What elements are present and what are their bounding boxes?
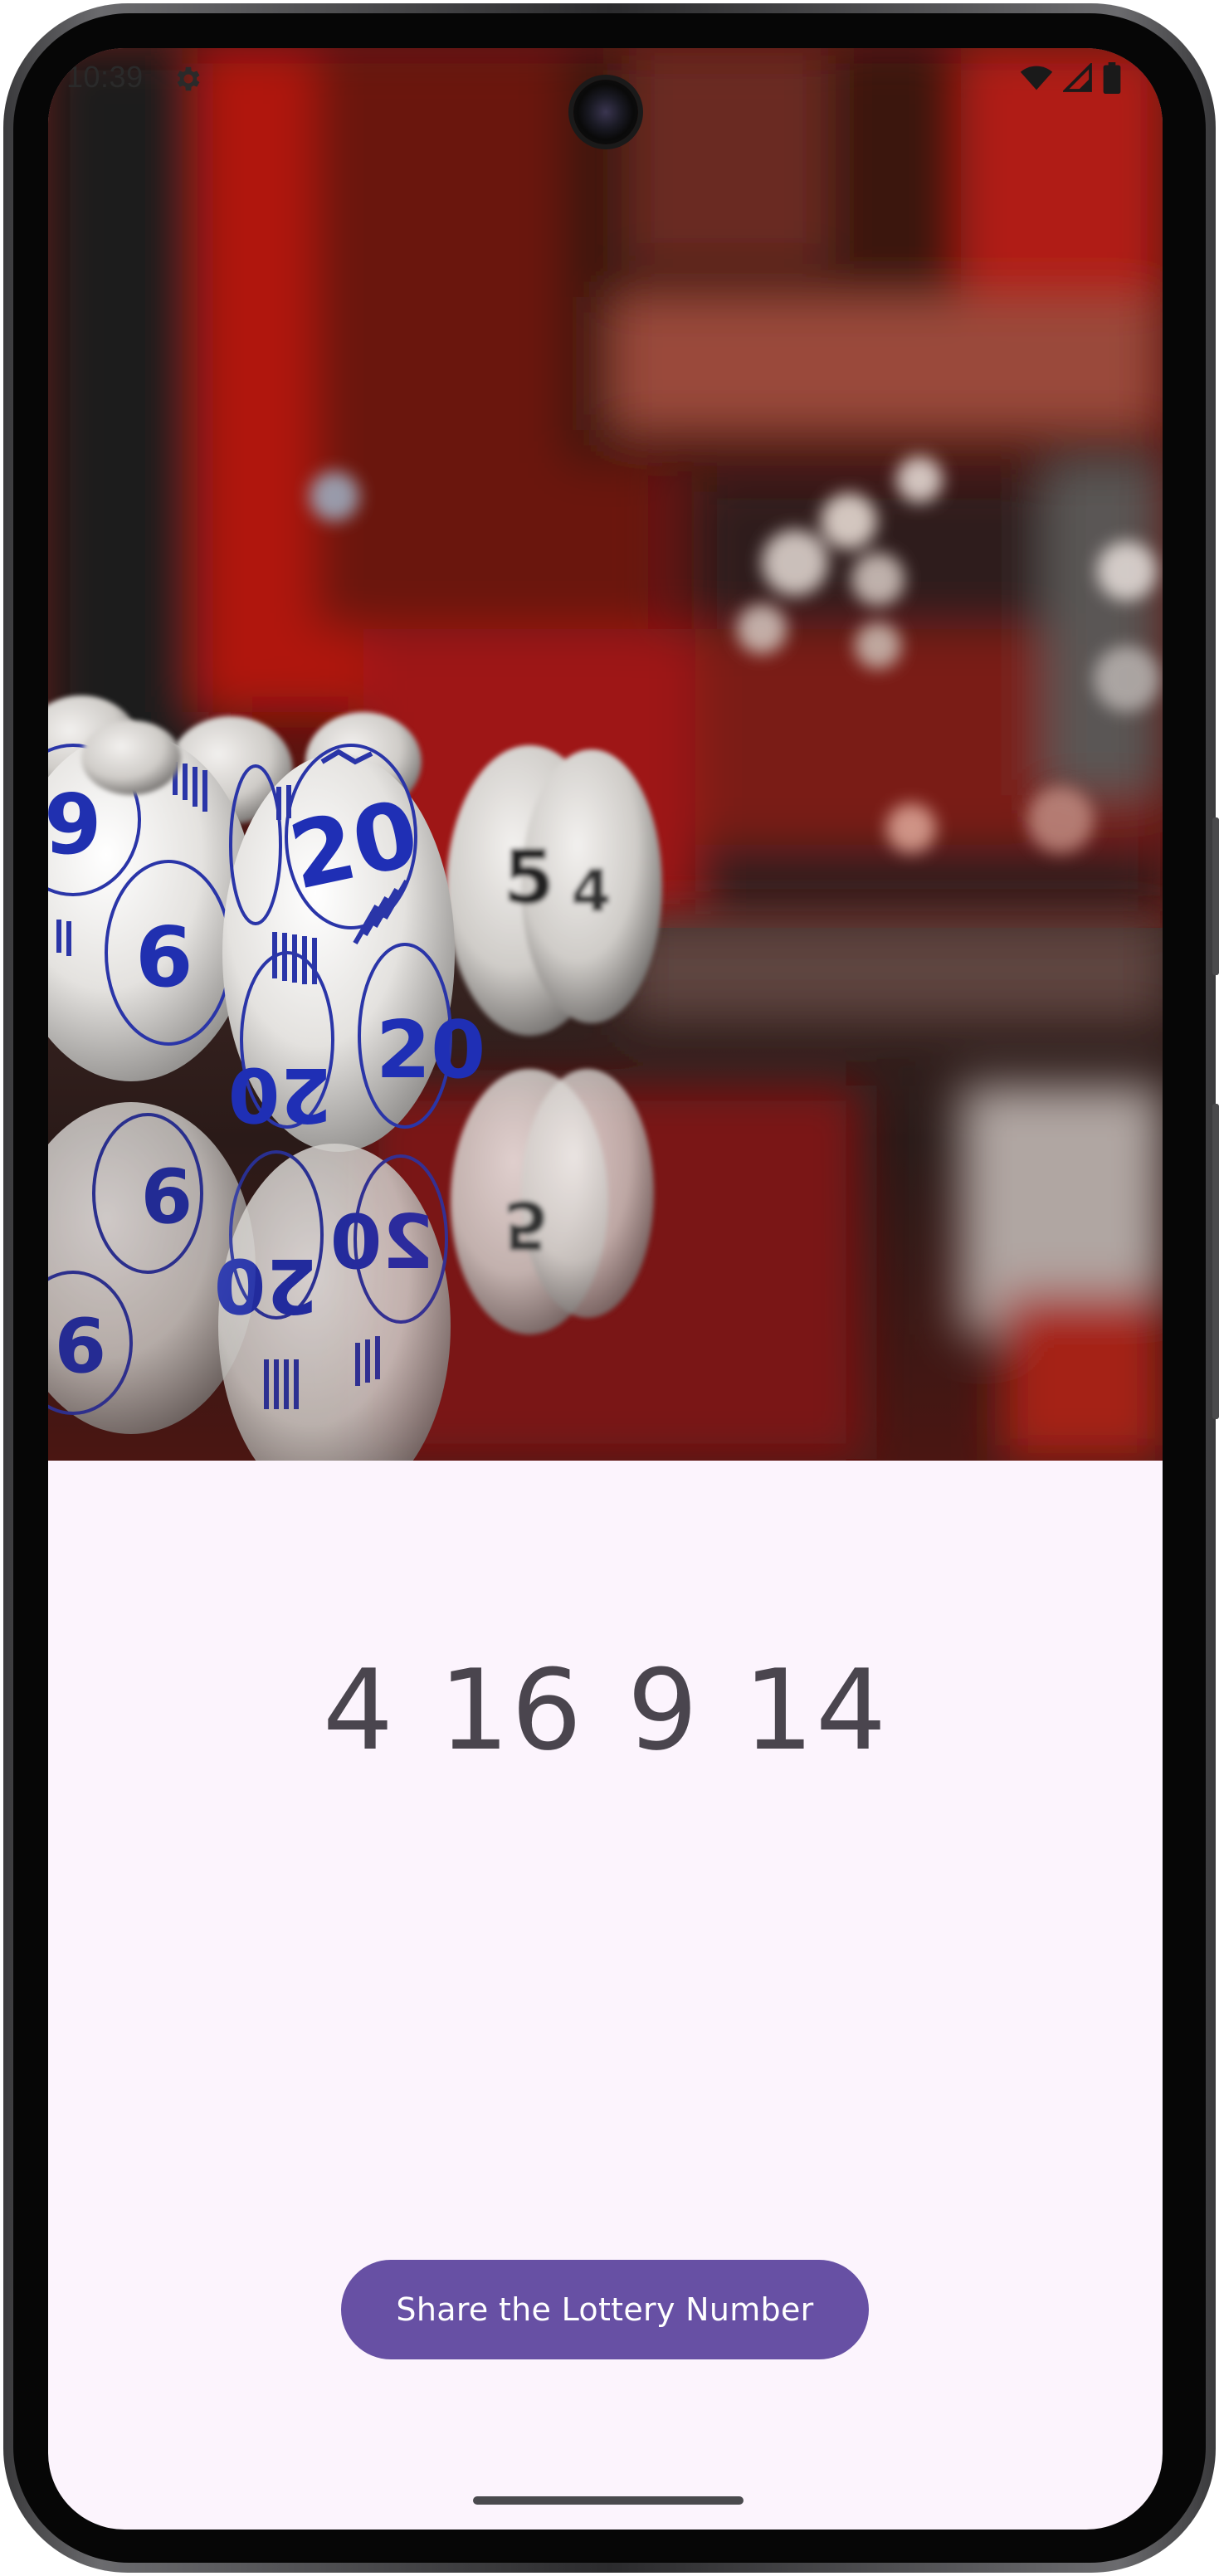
status-icons <box>1020 61 1121 95</box>
phone-device: 5 4 5 9 6 9 9 20 20 20 20 20 10:39 4 16 … <box>0 0 1219 2576</box>
svg-text:5: 5 <box>503 1186 549 1263</box>
battery-icon <box>1103 62 1121 94</box>
lottery-balls-image: 5 4 5 9 6 9 9 20 20 20 20 20 <box>48 48 1163 1461</box>
status-time: 10:39 <box>66 60 144 94</box>
svg-text:9: 9 <box>54 1300 106 1387</box>
app-screen: 5 4 5 9 6 9 9 20 20 20 20 20 10:39 4 16 … <box>48 48 1163 2530</box>
svg-text:20: 20 <box>214 1242 318 1329</box>
settings-gear-icon <box>177 66 200 91</box>
svg-text:6: 6 <box>135 909 193 1006</box>
lottery-number-text: 4 16 9 14 <box>322 1646 889 1775</box>
svg-text:9: 9 <box>48 776 102 873</box>
cellular-signal-icon <box>1063 63 1092 92</box>
svg-text:20: 20 <box>330 1199 434 1286</box>
svg-text:9: 9 <box>140 1150 193 1237</box>
svg-text:4: 4 <box>571 857 612 925</box>
svg-text:5: 5 <box>503 834 555 921</box>
wifi-icon <box>1020 66 1053 90</box>
power-button <box>1212 817 1219 975</box>
svg-text:20: 20 <box>376 1005 485 1096</box>
home-indicator[interactable] <box>473 2496 744 2505</box>
front-camera <box>573 80 638 144</box>
svg-text:20: 20 <box>228 1051 332 1138</box>
volume-button <box>1212 1104 1219 1419</box>
share-lottery-number-button[interactable]: Share the Lottery Number <box>341 2260 869 2359</box>
